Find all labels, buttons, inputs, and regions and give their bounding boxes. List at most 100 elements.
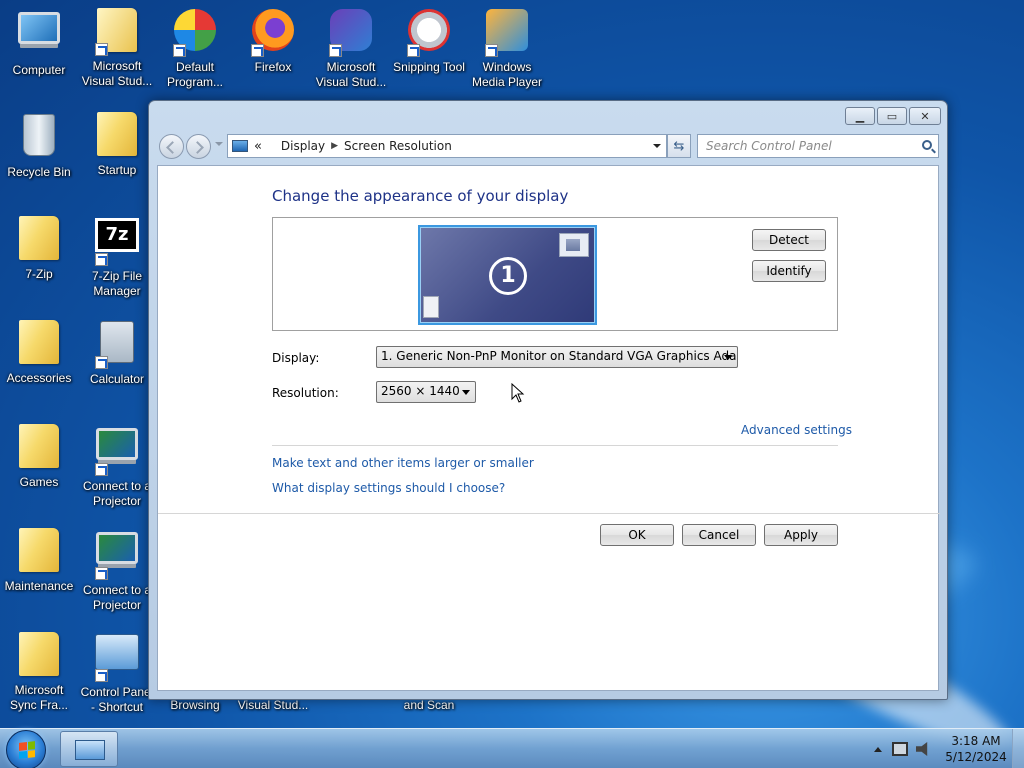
desktop-icon-label: Maintenance [4,579,74,593]
detect-button[interactable]: Detect [752,229,826,251]
control-panel-icon [232,140,248,152]
caption-buttons: ▁ ▭ ✕ [845,107,941,125]
back-button[interactable] [159,134,184,159]
monitor-1[interactable]: 1 [418,225,597,325]
scissors-icon [405,9,453,57]
recent-pages-dropdown-icon[interactable] [215,142,223,146]
minimize-button[interactable]: ▁ [845,107,875,125]
refresh-button[interactable]: ⇆ [667,134,691,158]
close-icon: ✕ [920,109,930,123]
forward-button[interactable] [186,134,211,159]
control-panel-icon [93,634,141,682]
desktop-icon-accessories[interactable]: Accessories [0,318,78,386]
desktop-icon-label: Microsoft Visual Stud... [81,59,153,88]
desktop-icon-projector-2[interactable]: Connect to a Projector [78,526,156,613]
desktop-icon-visual-studio-2[interactable]: Microsoft Visual Stud... [312,6,390,90]
resolution-select-value: 2560 × 1440 [381,384,460,398]
desktop-icon-label: Windows Media Player [471,60,543,89]
desktop-icon-label: Firefox [254,60,292,74]
folder-icon [93,112,141,160]
desktop-icon-label: Calculator [89,372,145,386]
desktop-icon-maintenance[interactable]: Maintenance [0,526,78,594]
show-desktop-button[interactable] [1012,729,1024,768]
desktop-icon-7zip-manager[interactable]: 7z 7-Zip File Manager [78,214,156,299]
address-bar[interactable]: « ▶ Display ▶ Screen Resolution [227,134,667,158]
breadcrumb-item-screen-resolution[interactable]: Screen Resolution [344,139,452,153]
display-select[interactable]: 1. Generic Non-PnP Monitor on Standard V… [376,346,738,368]
resolution-select[interactable]: 2560 × 1440 [376,381,476,403]
desktop-icon-games[interactable]: Games [0,422,78,490]
desktop-icon-sync-framework[interactable]: Microsoft Sync Fra... [0,630,78,713]
desktop-icon-default-programs[interactable]: Default Program... [156,6,234,90]
desktop-icon-calculator[interactable]: Calculator [78,318,156,387]
advanced-settings-link[interactable]: Advanced settings [741,423,852,437]
breadcrumb-item-display[interactable]: Display [281,139,325,153]
display-preview: 1 Detect Identify [272,217,838,331]
desktop-icon-7zip[interactable]: 7-Zip [0,214,78,282]
ok-button[interactable]: OK [600,524,674,546]
desktop-icon-label: Snipping Tool [393,60,465,74]
navigation-bar: « ▶ Display ▶ Screen Resolution ⇆ Search… [157,133,939,159]
desktop-icon-label: Startup [97,163,137,177]
desktop-icon-visual-studio-3[interactable]: Visual Stud... [234,698,312,713]
address-dropdown-icon[interactable] [648,135,666,157]
start-button[interactable] [6,730,46,768]
desktop-icon-media-player[interactable]: Windows Media Player [468,6,546,90]
folder-icon [15,320,63,368]
monitor-window-icon [559,233,589,257]
display-settings-help-link[interactable]: What display settings should I choose? [272,481,505,495]
display-select-value: 1. Generic Non-PnP Monitor on Standard V… [381,349,738,363]
desktop-icon-label: Microsoft Visual Stud... [315,60,387,89]
system-tray: 3:18 AM 5/12/2024 [874,729,1024,768]
media-player-icon [483,9,531,57]
search-icon[interactable] [922,140,932,150]
firefox-icon [249,9,297,57]
monitor-number: 1 [489,257,527,295]
desktop-icon-label: Connect to a Projector [82,583,152,612]
desktop-icon-label: 7-Zip File Manager [91,269,142,298]
desktop-icon-label: Browsing [170,698,220,712]
show-hidden-icons-icon[interactable] [874,746,882,752]
desktop-icon-label: Control Panel - Shortcut [80,685,154,714]
desktop-icon-visual-studio[interactable]: Microsoft Visual Stud... [78,6,156,89]
desktop-icon-browsing[interactable]: Browsing [156,698,234,713]
breadcrumb-chevron-icon[interactable]: ▶ [331,141,338,151]
desktop-icon-label: Computer [12,63,66,77]
divider [158,513,940,514]
desktop-icon-firefox[interactable]: Firefox [234,6,312,75]
desktop-icon-projector[interactable]: Connect to a Projector [78,422,156,509]
clock-date: 5/12/2024 [945,750,1007,764]
recycle-bin-icon [15,114,63,162]
help-folder-icon [93,8,141,56]
search-placeholder: Search Control Panel [706,139,832,153]
display-label: Display: [272,351,320,365]
desktop-icon-snipping-tool[interactable]: Snipping Tool [390,6,468,75]
desktop-icon-label: Connect to a Projector [82,479,152,508]
desktop-icon-label: and Scan [403,698,455,712]
visual-studio-icon [327,9,375,57]
text-size-link[interactable]: Make text and other items larger or smal… [272,456,534,470]
7zip-icon: 7z [93,218,141,266]
folder-icon [15,424,63,472]
network-icon[interactable] [892,742,908,756]
clock-time: 3:18 AM [951,734,1001,748]
chevron-down-icon [724,355,732,360]
taskbar-item-control-panel[interactable] [60,731,118,767]
desktop-icon-control-panel[interactable]: Control Panel - Shortcut [78,630,156,715]
identify-button[interactable]: Identify [752,260,826,282]
search-input[interactable]: Search Control Panel [697,134,939,158]
cancel-button[interactable]: Cancel [682,524,756,546]
desktop-icon-recycle-bin[interactable]: Recycle Bin [0,110,78,180]
maximize-button[interactable]: ▭ [877,107,907,125]
desktop-icon-label: Recycle Bin [7,165,71,179]
desktop-icon-fax-scan[interactable]: and Scan [390,698,468,713]
desktop-icon-label: Visual Stud... [237,698,309,712]
close-button[interactable]: ✕ [909,107,941,125]
clock[interactable]: 3:18 AM 5/12/2024 [940,733,1012,765]
volume-muted-icon[interactable] [916,742,928,756]
desktop-icon-startup[interactable]: Startup [78,110,156,178]
desktop-icon-label: Microsoft Sync Fra... [9,683,68,712]
desktop-icon-computer[interactable]: Computer [0,6,78,78]
breadcrumb-overflow[interactable]: « [254,139,262,154]
apply-button[interactable]: Apply [764,524,838,546]
